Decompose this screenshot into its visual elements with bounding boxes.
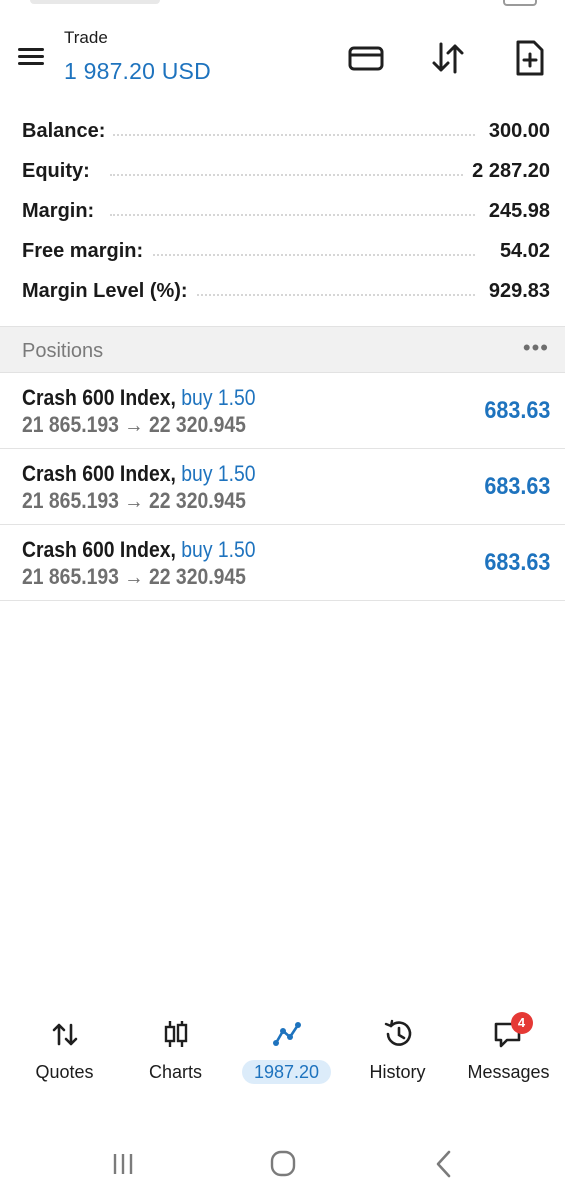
history-icon <box>380 1016 416 1052</box>
position-prices: 21 865.193 → 22 320.945 <box>22 564 246 589</box>
unread-badge: 4 <box>510 1012 533 1034</box>
summary-row-equity: Equity: 2 287.20 <box>0 152 565 192</box>
summary-label: Equity: <box>22 160 98 183</box>
status-bar-time <box>30 0 160 4</box>
summary-value: 54.02 <box>491 240 550 263</box>
dotted-leader <box>110 174 475 176</box>
summary-value: 929.83 <box>480 280 550 303</box>
dotted-leader <box>110 254 475 256</box>
position-prices: 21 865.193 → 22 320.945 <box>22 488 246 513</box>
charts-icon <box>158 1016 194 1052</box>
trade-icon <box>269 1016 305 1052</box>
nav-label: Charts <box>148 1062 202 1082</box>
nav-quotes[interactable]: Quotes <box>8 1010 121 1090</box>
positions-list: Crash 600 Index, buy 1.50 21 865.193 → 2… <box>0 373 565 601</box>
app-header: Trade 1 987.20 USD <box>0 22 565 98</box>
summary-row-margin-level: Margin Level (%): 929.83 <box>0 272 565 312</box>
nav-label-pill: 1987.20 <box>241 1060 332 1084</box>
position-profit: 683.63 <box>483 549 550 576</box>
summary-label: Balance: <box>22 120 114 143</box>
nav-label: Quotes <box>35 1062 94 1082</box>
position-symbol: Crash 600 Index, <box>22 461 176 486</box>
nav-label: Messages <box>467 1062 550 1082</box>
position-row[interactable]: Crash 600 Index, buy 1.50 21 865.193 → 2… <box>0 525 565 601</box>
summary-row-balance: Balance: 300.00 <box>0 112 565 152</box>
more-options-icon[interactable]: ••• <box>523 335 549 361</box>
summary-row-free-margin: Free margin: 54.02 <box>0 232 565 272</box>
menu-icon[interactable] <box>14 42 48 72</box>
summary-label: Margin Level (%): <box>22 280 196 303</box>
messages-icon: 4 <box>491 1012 533 1052</box>
dotted-leader <box>110 134 475 136</box>
summary-value: 245.98 <box>480 200 550 223</box>
system-navigation-bar <box>0 1140 565 1190</box>
nav-history[interactable]: History <box>341 1010 454 1090</box>
card-icon[interactable] <box>346 38 386 78</box>
status-bar <box>0 0 565 10</box>
position-side: buy 1.50 <box>181 461 256 486</box>
nav-messages[interactable]: 4 Messages <box>452 1010 565 1090</box>
new-order-icon[interactable] <box>510 38 550 78</box>
sort-icon[interactable] <box>428 38 468 78</box>
summary-label: Margin: <box>22 200 103 223</box>
account-summary: Balance: 300.00 Equity: 2 287.20 Margin:… <box>0 112 565 312</box>
nav-trade[interactable]: 1987.20 <box>230 1010 343 1090</box>
quotes-icon <box>47 1016 83 1052</box>
position-symbol: Crash 600 Index, <box>22 537 176 562</box>
position-side: buy 1.50 <box>181 385 256 410</box>
bottom-navigation: Quotes Charts 1987.20 History 4 Messages <box>0 1010 565 1090</box>
nav-label: 1987.20 <box>230 1060 343 1084</box>
summary-label: Free margin: <box>22 240 152 263</box>
positions-section-header: Positions ••• <box>0 326 565 373</box>
position-row[interactable]: Crash 600 Index, buy 1.50 21 865.193 → 2… <box>0 449 565 525</box>
account-balance-display: 1 987.20 USD <box>64 58 211 84</box>
position-row[interactable]: Crash 600 Index, buy 1.50 21 865.193 → 2… <box>0 373 565 449</box>
back-icon[interactable] <box>424 1148 464 1180</box>
position-profit: 683.63 <box>483 473 550 500</box>
summary-row-margin: Margin: 245.98 <box>0 192 565 232</box>
home-icon[interactable] <box>263 1148 303 1180</box>
position-symbol: Crash 600 Index, <box>22 385 176 410</box>
nav-label: History <box>369 1062 426 1082</box>
positions-title: Positions <box>22 340 104 362</box>
nav-charts[interactable]: Charts <box>119 1010 232 1090</box>
position-prices: 21 865.193 → 22 320.945 <box>22 412 246 437</box>
summary-value: 2 287.20 <box>464 160 550 183</box>
position-side: buy 1.50 <box>181 537 256 562</box>
battery-icon <box>503 0 537 6</box>
summary-value: 300.00 <box>480 120 550 143</box>
page-title: Trade <box>64 28 108 47</box>
recent-apps-icon[interactable] <box>103 1148 143 1180</box>
dotted-leader <box>110 214 475 216</box>
position-profit: 683.63 <box>483 397 550 424</box>
